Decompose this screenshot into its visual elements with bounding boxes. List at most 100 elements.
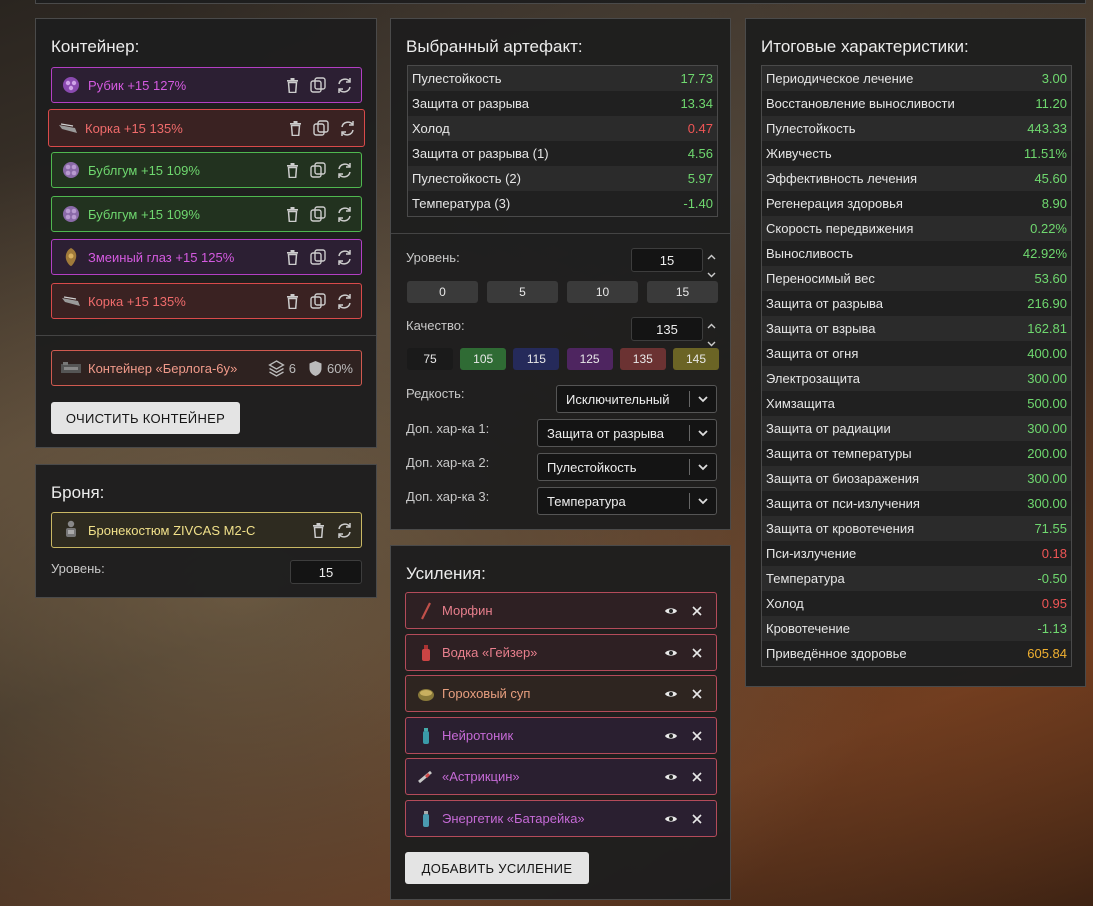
level-preset-button[interactable]: 10 — [567, 281, 638, 303]
boost-icon — [416, 684, 436, 704]
stat-name: Выносливость — [766, 246, 853, 261]
quality-preset-button[interactable]: 125 — [566, 348, 613, 370]
armor-level-input[interactable]: 15 — [290, 560, 362, 584]
eye-icon[interactable] — [662, 644, 680, 662]
container-type-row[interactable]: Контейнер «Берлога-6у» 6 60% — [51, 350, 362, 386]
artifact-quality-input[interactable]: 135 — [631, 317, 703, 341]
extra1-select[interactable]: Защита от разрыва — [537, 419, 717, 447]
container-panel-title: Контейнер: — [51, 37, 140, 56]
stat-row: Регенерация здоровья 8.90 — [761, 191, 1072, 216]
stat-row: Холод 0.95 — [761, 591, 1072, 616]
add-boost-button[interactable]: ДОБАВИТЬ УСИЛЕНИЕ — [405, 852, 589, 884]
level-preset-button[interactable]: 0 — [407, 281, 478, 303]
stat-name: Приведённое здоровье — [766, 646, 907, 661]
container-item[interactable]: Корка +15 135% — [51, 283, 362, 319]
boost-item[interactable]: Водка «Гейзер» — [405, 634, 717, 671]
swap-icon[interactable] — [335, 248, 353, 266]
copy-icon[interactable] — [309, 248, 327, 266]
stat-value: 0.18 — [1041, 546, 1067, 561]
stat-value: 443.33 — [1027, 121, 1067, 136]
stat-value: 11.51% — [1023, 146, 1067, 161]
copy-icon[interactable] — [309, 161, 327, 179]
extra2-select[interactable]: Пулестойкость — [537, 453, 717, 481]
extra3-label: Доп. хар-ка 3: — [406, 489, 490, 504]
clear-container-button[interactable]: ОЧИСТИТЬ КОНТЕЙНЕР — [51, 402, 240, 434]
trash-icon[interactable] — [283, 76, 301, 94]
trash-icon[interactable] — [283, 248, 301, 266]
stat-value: -0.50 — [1037, 571, 1067, 586]
trash-icon[interactable] — [309, 521, 327, 539]
chevron-up-icon[interactable] — [707, 247, 716, 265]
armor-item[interactable]: Бронекостюм ZIVCAS M2-C — [51, 512, 362, 548]
quality-preset-button[interactable]: 145 — [673, 348, 719, 370]
swap-icon[interactable] — [338, 119, 356, 137]
stat-value: 162.81 — [1027, 321, 1067, 336]
level-preset-button[interactable]: 5 — [487, 281, 558, 303]
eye-icon[interactable] — [662, 727, 680, 745]
stat-name: Защита от взрыва — [766, 321, 876, 336]
quality-preset-button[interactable]: 115 — [513, 348, 560, 370]
swap-icon[interactable] — [335, 292, 353, 310]
trash-icon[interactable] — [286, 119, 304, 137]
boost-item[interactable]: Морфин — [405, 592, 717, 629]
close-icon[interactable] — [688, 602, 706, 620]
container-item[interactable]: Бублгум +15 109% — [51, 196, 362, 232]
rarity-select[interactable]: Исключительный — [556, 385, 717, 413]
eye-icon[interactable] — [662, 602, 680, 620]
trash-icon[interactable] — [283, 292, 301, 310]
swap-icon[interactable] — [335, 521, 353, 539]
artifact-panel: Выбранный артефакт: Пулестойкость 17.73 За… — [390, 18, 731, 530]
quality-preset-button[interactable]: 75 — [407, 348, 453, 370]
bubblegum-artifact-icon — [60, 159, 82, 181]
quality-preset-button[interactable]: 105 — [460, 348, 507, 370]
close-icon[interactable] — [688, 685, 706, 703]
container-item[interactable]: Змеиный глаз +15 125% — [51, 239, 362, 275]
container-item[interactable]: Бублгум +15 109% — [51, 152, 362, 188]
stat-name: Температура — [766, 571, 845, 586]
stat-value: 300.00 — [1027, 471, 1067, 486]
close-icon[interactable] — [688, 644, 706, 662]
trash-icon[interactable] — [283, 205, 301, 223]
extra3-select[interactable]: Температура — [537, 487, 717, 515]
shield-icon — [308, 360, 323, 377]
eye-icon[interactable] — [662, 810, 680, 828]
quality-stepper[interactable] — [705, 316, 717, 347]
stat-row: Эффективность лечения 45.60 — [761, 166, 1072, 191]
level-stepper[interactable] — [705, 247, 717, 278]
eye-icon[interactable] — [662, 685, 680, 703]
close-icon[interactable] — [688, 810, 706, 828]
stat-value: 300.00 — [1027, 421, 1067, 436]
boost-item[interactable]: Энергетик «Батарейка» — [405, 800, 717, 837]
armor-panel: Броня: Бронекостюм ZIVCAS M2-C Уровень: … — [35, 464, 377, 598]
close-icon[interactable] — [688, 727, 706, 745]
stat-name: Холод — [766, 596, 804, 611]
trash-icon[interactable] — [283, 161, 301, 179]
swap-icon[interactable] — [335, 205, 353, 223]
boost-item[interactable]: Нейротоник — [405, 717, 717, 754]
container-item[interactable]: Рубик +15 127% — [51, 67, 362, 103]
extra1-label: Доп. хар-ка 1: — [406, 421, 490, 436]
stat-value: 605.84 — [1027, 646, 1067, 661]
chevron-up-icon[interactable] — [707, 316, 716, 334]
level-preset-button[interactable]: 15 — [647, 281, 718, 303]
copy-icon[interactable] — [309, 76, 327, 94]
copy-icon[interactable] — [309, 292, 327, 310]
boost-item[interactable]: Гороховый суп — [405, 675, 717, 712]
stat-row: Защита от разрыва 13.34 — [407, 91, 718, 116]
chevron-down-icon — [690, 497, 716, 505]
swap-icon[interactable] — [335, 76, 353, 94]
container-item[interactable]: Корка +15 135% — [48, 109, 365, 147]
quality-preset-button[interactable]: 135 — [619, 348, 666, 370]
copy-icon[interactable] — [312, 119, 330, 137]
stat-value: 300.00 — [1027, 371, 1067, 386]
container-item-label: Рубик +15 127% — [88, 77, 187, 93]
eye-icon[interactable] — [662, 768, 680, 786]
copy-icon[interactable] — [309, 205, 327, 223]
stat-row: Кровотечение -1.13 — [761, 616, 1072, 641]
boost-item[interactable]: «Астрикцин» — [405, 758, 717, 795]
artifact-level-input[interactable]: 15 — [631, 248, 703, 272]
close-icon[interactable] — [688, 768, 706, 786]
swap-icon[interactable] — [335, 161, 353, 179]
korka-artifact-icon — [57, 117, 79, 139]
stat-value: 0.47 — [687, 121, 713, 136]
